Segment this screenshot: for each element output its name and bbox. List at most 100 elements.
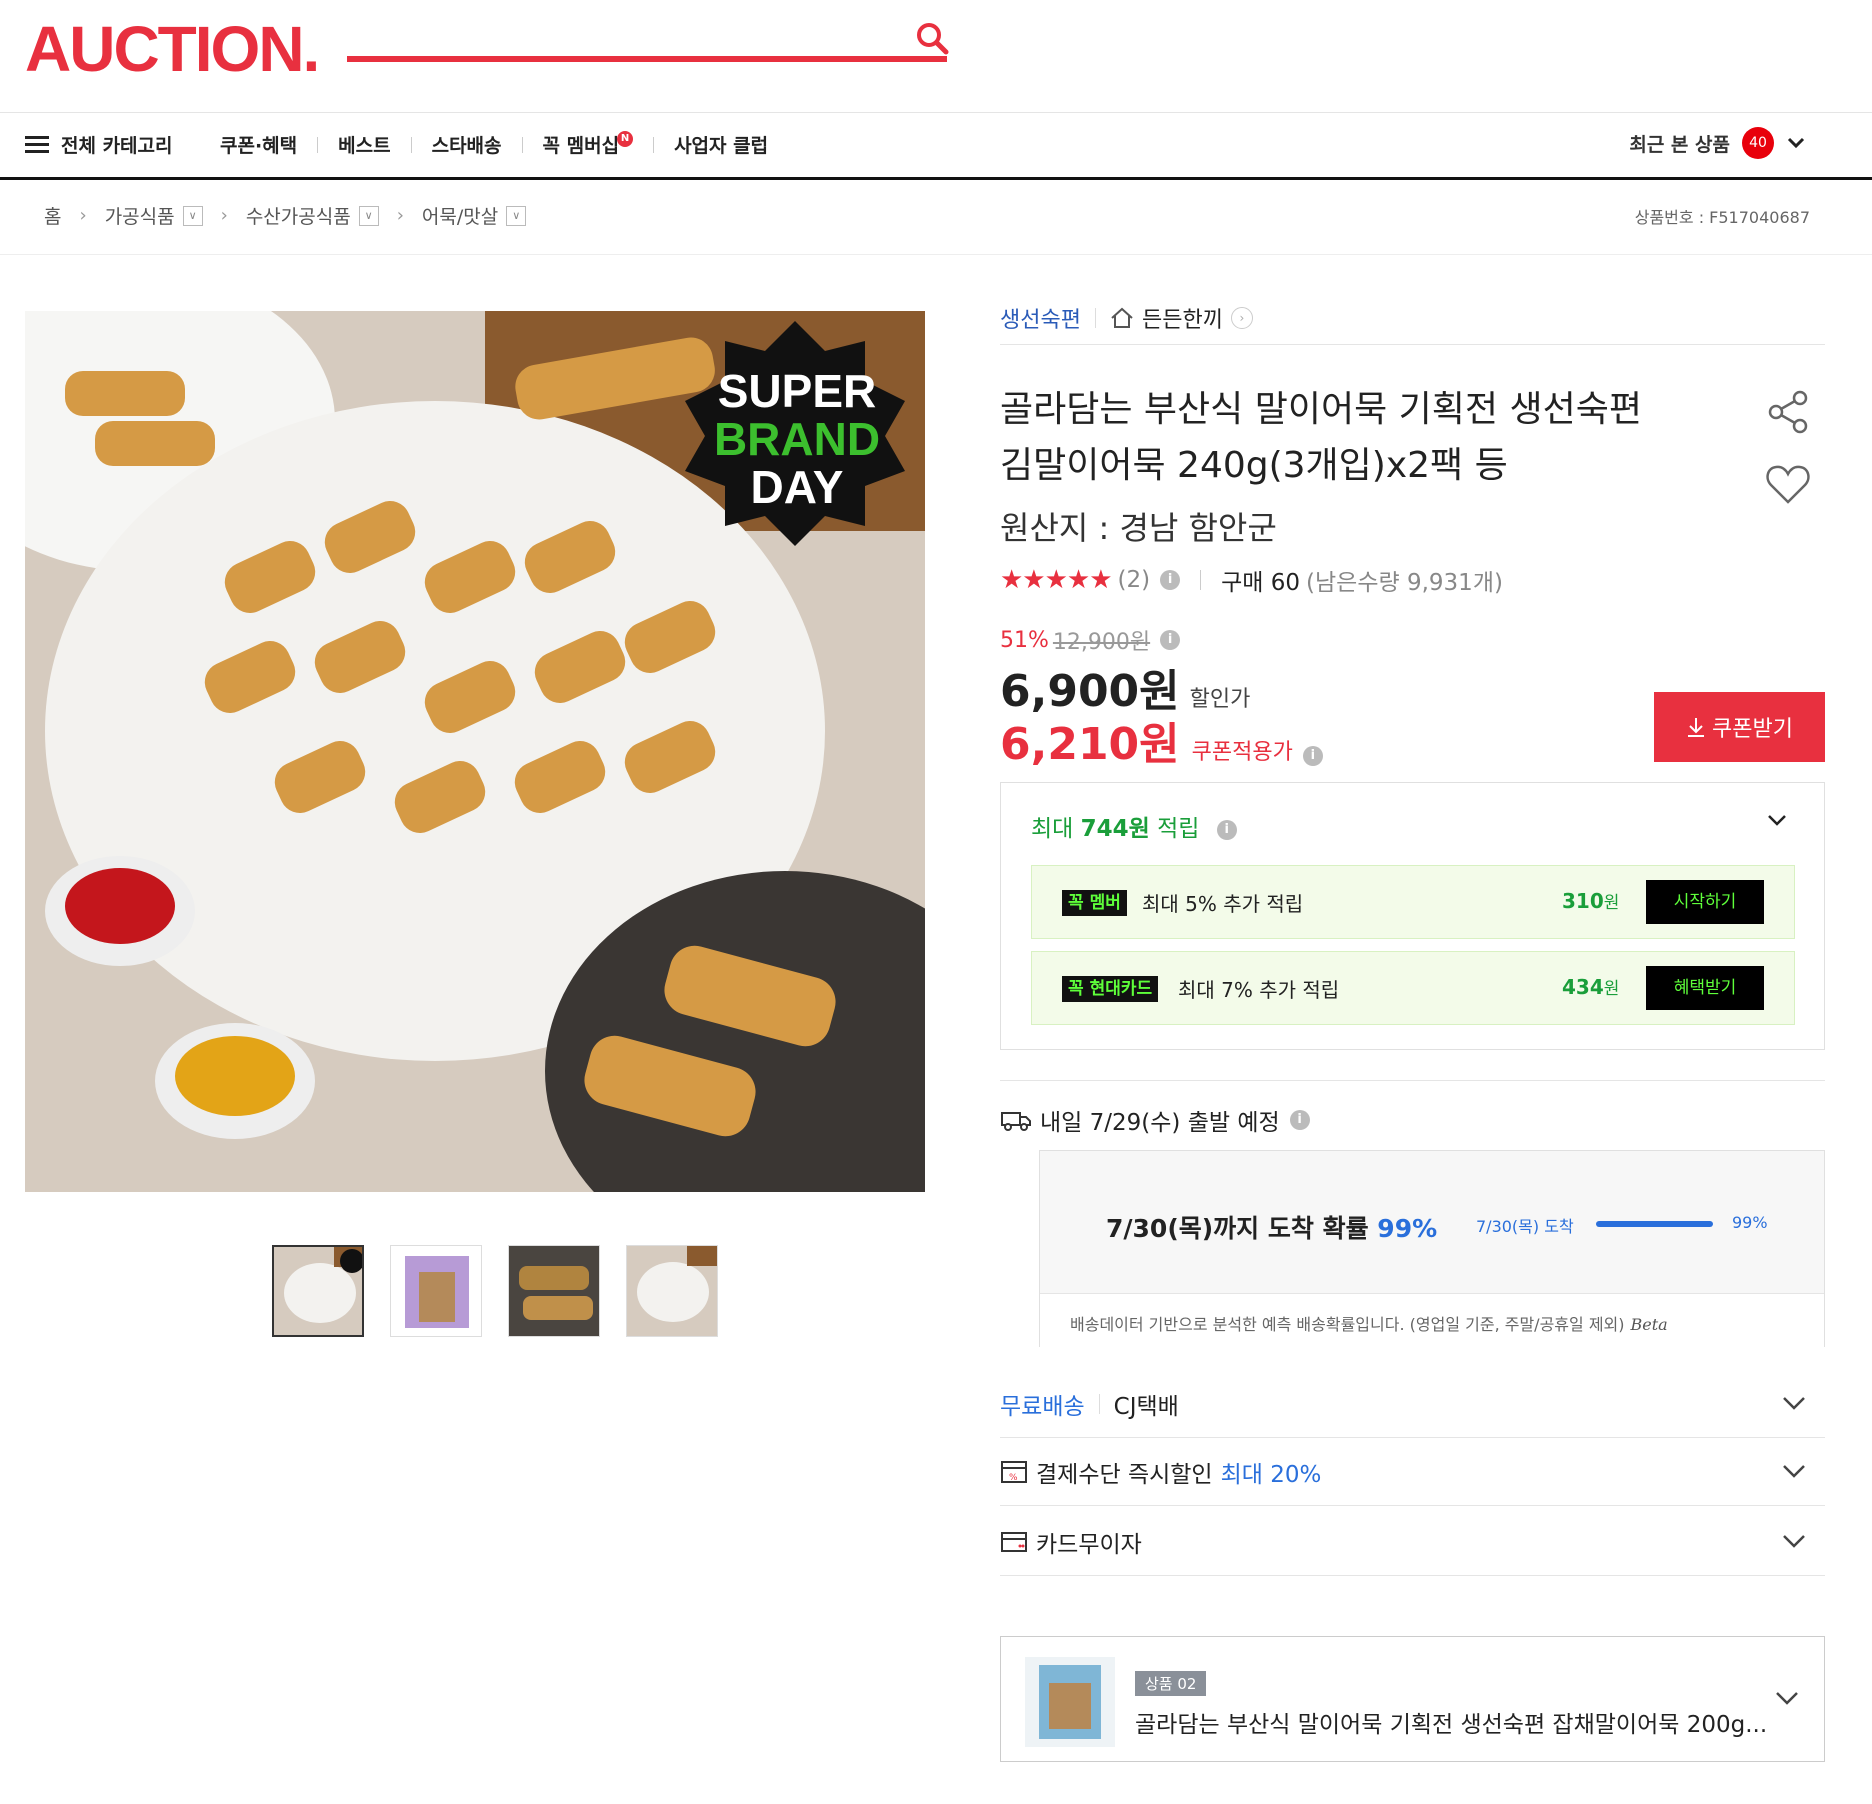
heart-icon[interactable] (1764, 460, 1812, 508)
eta-text: 7/30(목)까지 도착 확률 (1106, 1214, 1369, 1243)
recent-products-button[interactable]: 최근 본 상품 40 (1629, 127, 1806, 159)
amount-value: 434 (1562, 975, 1604, 999)
chevron-down-icon (1783, 1535, 1805, 1548)
beta-label: Beta (1630, 1315, 1668, 1334)
start-membership-button[interactable]: 시작하기 (1646, 880, 1764, 924)
chevron-right-icon: › (220, 205, 228, 226)
points-header[interactable]: 최대 744원 적립 i (1031, 809, 1237, 843)
product-title: 골라담는 부산식 말이어묵 기획전 생선숙편 김말이어묵 240g(3개입)x2… (1000, 382, 1720, 494)
recent-label: 최근 본 상품 (1629, 133, 1730, 156)
payment-label: 결제수단 즉시할인 (1036, 1461, 1213, 1488)
info-icon[interactable]: i (1160, 570, 1181, 590)
store-name[interactable]: 든든한끼 (1142, 302, 1223, 334)
chevron-down-icon (1783, 1465, 1805, 1478)
nav-star-delivery[interactable]: 스타배송 (432, 131, 502, 158)
info-icon[interactable]: i (1302, 746, 1323, 766)
review-count[interactable]: (2) (1118, 567, 1151, 593)
calendar-discount-icon: % (1001, 1460, 1027, 1483)
original-price-row: 51% 12,900원 i (1000, 624, 1181, 656)
option-thumbnail (1025, 1657, 1115, 1747)
auction-logo[interactable]: AUCTION. (25, 12, 320, 86)
all-category-label: 전체 카테고리 (61, 135, 173, 157)
divider (521, 136, 523, 153)
get-benefit-button[interactable]: 혜택받기 (1646, 966, 1764, 1010)
divider (1000, 344, 1825, 345)
eta-bar-percent: 99% (1732, 1213, 1768, 1232)
thumbnail[interactable] (626, 1245, 718, 1337)
share-icon[interactable] (1764, 388, 1812, 436)
breadcrumb-item[interactable]: 가공식품 (105, 202, 175, 229)
installment-label: 카드무이자 (1036, 1531, 1142, 1558)
thumbnail[interactable] (272, 1245, 364, 1337)
nav-best[interactable]: 베스트 (338, 131, 390, 158)
card-tag: 꼭 현대카드 (1062, 976, 1159, 1002)
title-line: 골라담는 부산식 말이어묵 기획전 생선숙편 (1000, 389, 1642, 430)
nav-business-club[interactable]: 사업자 클럽 (674, 131, 768, 158)
hamburger-icon (25, 135, 49, 155)
eta-bar-label: 7/30(목) 도착 (1476, 1217, 1574, 1236)
prediction-note: 배송데이터 기반으로 분석한 예측 배송확률입니다. (영업일 기준, 주말/공… (1040, 1293, 1824, 1347)
chevron-down-icon (1776, 1692, 1798, 1705)
breadcrumb-item[interactable]: 어묵/맛살 (422, 202, 498, 229)
delivery-prediction-box: 7/30(목)까지 도착 확률 99% 7/30(목) 도착 99% 배송데이터… (1039, 1150, 1825, 1347)
point-row-amount: 310원 (1562, 888, 1619, 913)
nav-membership[interactable]: 꼭 멤버십 N (543, 131, 634, 158)
chevron-right-icon[interactable]: › (1230, 307, 1253, 329)
divider (410, 136, 412, 153)
chevron-down-icon (1783, 1397, 1805, 1410)
tag-label: 멤버 (1089, 893, 1121, 913)
get-coupon-button[interactable]: 쿠폰받기 (1654, 692, 1825, 762)
card-icon (1001, 1531, 1027, 1552)
free-shipping-row[interactable]: 무료배송 CJ택배 (1000, 1370, 1825, 1438)
points-panel: 최대 744원 적립 i 꼭 멤버 최대 5% 추가 적립 310원 시작하기 … (1000, 782, 1825, 1050)
option-name: 골라담는 부산식 말이어묵 기획전 생선숙편 잡채말이어묵 200g... (1135, 1712, 1768, 1738)
courier-label: CJ택배 (1113, 1393, 1179, 1420)
divider (317, 136, 319, 153)
title-line: 김말이어묵 240g(3개입)x2팩 등 (1000, 445, 1508, 486)
thumbnail-image (627, 1246, 717, 1336)
breadcrumb-item[interactable]: 수산가공식품 (246, 202, 351, 229)
origin-text: 원산지 : 경남 함안군 (1000, 509, 1277, 547)
search-input[interactable] (347, 56, 947, 62)
installment-row[interactable]: 카드무이자 (1000, 1508, 1825, 1576)
original-price: 12,900원 (1052, 630, 1151, 655)
departure-text: 내일 7/29(수) 출발 예정 (1040, 1110, 1280, 1136)
chevron-right-icon: › (396, 205, 404, 226)
membership-tag: 꼭 멤버 (1062, 890, 1127, 916)
point-row-amount: 434원 (1562, 974, 1619, 999)
nav-coupon[interactable]: 쿠폰·혜택 (220, 131, 297, 158)
breadcrumb-home[interactable]: 홈 (44, 202, 61, 229)
dropdown-icon[interactable]: ∨ (506, 205, 527, 226)
super-brand-day-badge: SUPER BRAND DAY (677, 367, 917, 511)
payment-discount-row[interactable]: % 결제수단 즉시할인 최대 20% (1000, 1438, 1825, 1506)
badge-line: DAY (750, 461, 844, 513)
home-icon (1111, 307, 1133, 328)
tag-label: 현대카드 (1089, 979, 1153, 999)
global-nav: 전체 카테고리 쿠폰·혜택 베스트 스타배송 꼭 멤버십 N 사업자 클럽 최근 … (0, 112, 1872, 180)
thumbnail-list (272, 1245, 718, 1337)
product-main-image[interactable]: SUPER BRAND DAY (25, 311, 925, 1192)
tag-prefix: 꼭 (1068, 979, 1084, 999)
rating-row: ★★★★★ (2) i 구매 60 (남은수량 9,931개) (1000, 563, 1503, 597)
badge-line: SUPER (717, 365, 877, 417)
coupon-price-row: 6,210원 쿠폰적용가 i (1000, 708, 1323, 772)
chevron-down-icon[interactable] (1766, 809, 1788, 831)
option-select[interactable]: 상품 02 골라담는 부산식 말이어묵 기획전 생선숙편 잡채말이어묵 200g… (1000, 1636, 1825, 1762)
info-icon[interactable]: i (1216, 819, 1237, 840)
nav-membership-label: 꼭 멤버십 (542, 135, 620, 157)
all-category-button[interactable]: 전체 카테고리 (25, 131, 173, 158)
info-icon[interactable]: i (1289, 1110, 1310, 1130)
thumbnail[interactable] (390, 1245, 482, 1337)
dropdown-icon[interactable]: ∨ (182, 205, 203, 226)
thumbnail-image (274, 1247, 362, 1335)
thumbnail[interactable] (508, 1245, 600, 1337)
divider (1094, 308, 1096, 328)
chevron-down-icon (1787, 137, 1805, 149)
search-icon[interactable] (912, 18, 952, 58)
dropdown-icon[interactable]: ∨ (358, 205, 379, 226)
note-text: 배송데이터 기반으로 분석한 예측 배송확률입니다. (영업일 기준, 주말/공… (1070, 1315, 1625, 1334)
shipping-departure: 내일 7/29(수) 출발 예정 i (1000, 1103, 1310, 1137)
seller-name[interactable]: 생선숙편 (1000, 302, 1081, 334)
prediction-summary: 7/30(목)까지 도착 확률 99% 7/30(목) 도착 99% (1040, 1151, 1824, 1293)
info-icon[interactable]: i (1160, 630, 1181, 650)
